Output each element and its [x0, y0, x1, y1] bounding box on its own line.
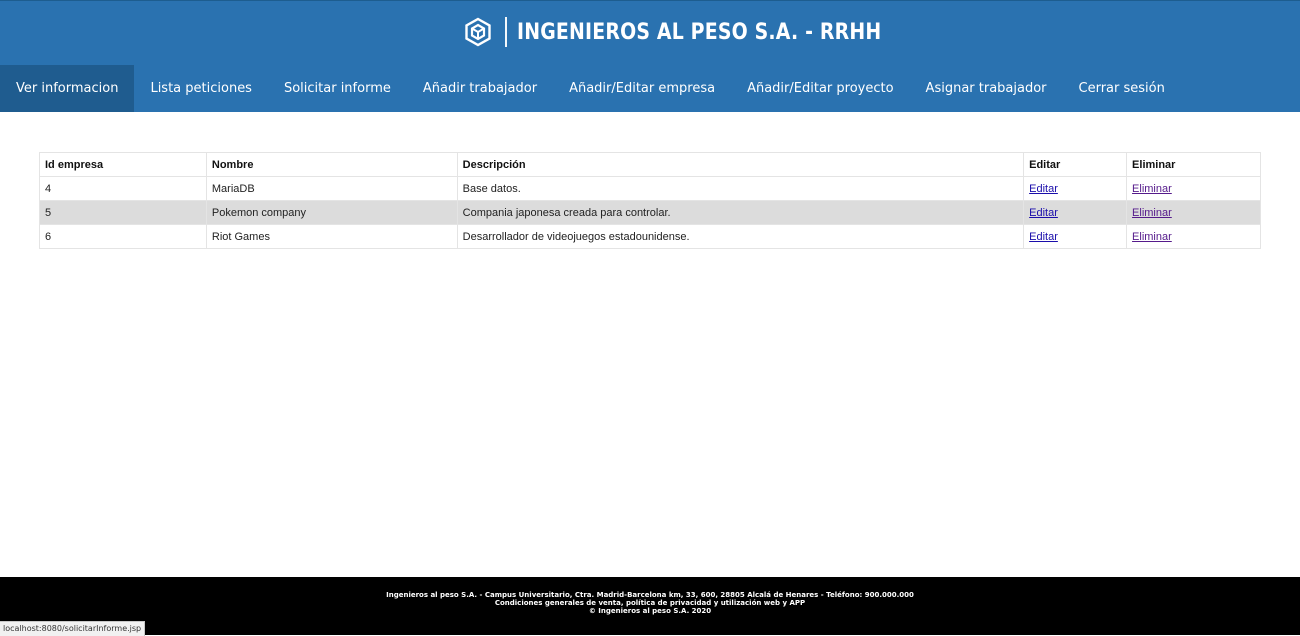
nav-item-lista-peticiones[interactable]: Lista peticiones: [134, 65, 268, 112]
nav-item-anadir-editar-proyecto[interactable]: Añadir/Editar proyecto: [731, 65, 909, 112]
companies-table-container: Id empresa Nombre Descripción Editar Eli…: [39, 152, 1261, 249]
cell-id: 4: [39, 176, 207, 201]
cell-descripcion: Desarrollador de videojuegos estadounide…: [456, 224, 1025, 249]
nav-item-solicitar-informe[interactable]: Solicitar informe: [268, 65, 407, 112]
cell-editar: Editar: [1023, 176, 1128, 201]
table-row: 5 Pokemon company Compania japonesa crea…: [39, 200, 1261, 225]
site-title: INGENIEROS AL PESO S.A. - RRHH: [517, 19, 882, 45]
table-row: 6 Riot Games Desarrollador de videojuego…: [39, 224, 1261, 249]
footer-legal-link[interactable]: Condiciones generales de venta, política…: [0, 599, 1300, 607]
nav-item-asignar-trabajador[interactable]: Asignar trabajador: [910, 65, 1063, 112]
cell-id: 5: [39, 200, 207, 225]
browser-status-url: localhost:8080/solicitarInforme.jsp: [0, 621, 146, 636]
site-footer: Ingenieros al peso S.A. - Campus Univers…: [0, 577, 1300, 635]
cell-descripcion: Base datos.: [456, 176, 1025, 201]
delete-link[interactable]: Eliminar: [1132, 207, 1172, 219]
edit-link[interactable]: Editar: [1029, 183, 1058, 195]
delete-link[interactable]: Eliminar: [1132, 183, 1172, 195]
cell-id: 6: [39, 224, 207, 249]
nav-item-anadir-trabajador[interactable]: Añadir trabajador: [407, 65, 553, 112]
column-header-nombre: Nombre: [205, 152, 458, 177]
site-header: INGENIEROS AL PESO S.A. - RRHH Ver infor…: [0, 1, 1300, 112]
cell-nombre: Pokemon company: [205, 200, 458, 225]
column-header-descripcion: Descripción: [456, 152, 1025, 177]
cell-editar: Editar: [1023, 200, 1128, 225]
cell-nombre: Riot Games: [205, 224, 458, 249]
footer-address: Ingenieros al peso S.A. - Campus Univers…: [386, 591, 914, 599]
footer-copyright: © Ingenieros al peso S.A. 2020: [588, 607, 712, 615]
column-header-editar: Editar: [1023, 152, 1128, 177]
cell-descripcion: Compania japonesa creada para controlar.: [456, 200, 1025, 225]
cell-eliminar: Eliminar: [1126, 200, 1261, 225]
nav-item-ver-informacion[interactable]: Ver informacion: [0, 65, 135, 112]
table-row: 4 MariaDB Base datos. Editar Eliminar: [39, 176, 1261, 201]
cell-eliminar: Eliminar: [1126, 176, 1261, 201]
cell-nombre: MariaDB: [205, 176, 458, 201]
nav-item-anadir-editar-empresa[interactable]: Añadir/Editar empresa: [553, 65, 731, 112]
delete-link[interactable]: Eliminar: [1132, 231, 1172, 243]
footer-text: Ingenieros al peso S.A. - Campus Univers…: [0, 577, 1300, 615]
cell-eliminar: Eliminar: [1126, 224, 1261, 249]
companies-table: Id empresa Nombre Descripción Editar Eli…: [39, 152, 1261, 249]
hexagon-cube-logo-icon: [465, 17, 491, 47]
brand: INGENIEROS AL PESO S.A. - RRHH: [0, 13, 1300, 51]
table-header-row: Id empresa Nombre Descripción Editar Eli…: [39, 152, 1261, 177]
main-nav: Ver informacion Lista peticiones Solicit…: [0, 65, 1181, 112]
column-header-eliminar: Eliminar: [1126, 152, 1261, 177]
edit-link[interactable]: Editar: [1029, 231, 1058, 243]
column-header-id: Id empresa: [39, 152, 207, 177]
brand-divider: [505, 17, 507, 47]
cell-editar: Editar: [1023, 224, 1128, 249]
edit-link[interactable]: Editar: [1029, 207, 1058, 219]
nav-item-cerrar-sesion[interactable]: Cerrar sesión: [1063, 65, 1181, 112]
